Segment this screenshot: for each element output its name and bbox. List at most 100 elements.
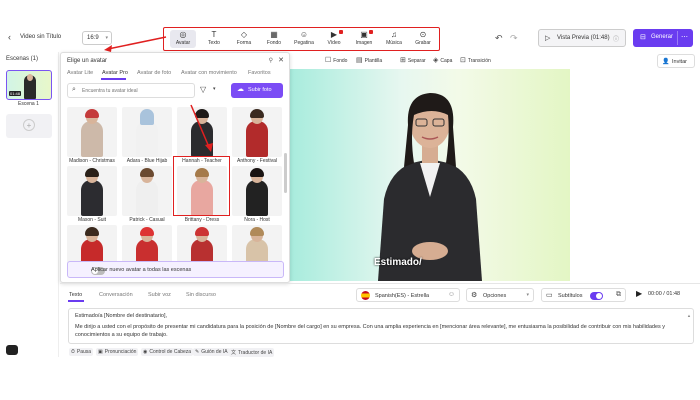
avatar-card[interactable]: Adara - Blue Hijab (122, 107, 172, 165)
undo-icon[interactable]: ↶ (495, 33, 503, 44)
layer-tool[interactable]: ◈ Capa (433, 56, 452, 64)
tool-record[interactable]: ⊙ Grabar (410, 30, 436, 48)
scene-duration: 01:48 (9, 91, 22, 96)
annotation-arrow (104, 36, 167, 52)
new-badge (339, 30, 343, 34)
music-icon: ♫ (391, 30, 397, 39)
video-canvas[interactable]: Estimado/ (290, 69, 570, 281)
script-line: Estimado/a [Nombre del destinatario], (75, 313, 168, 319)
separate-tool[interactable]: ⊞ Separar (400, 56, 426, 64)
more-icon[interactable]: ⋯ (681, 33, 688, 41)
text-icon: T (211, 30, 217, 39)
playback-time: 00:00 / 01:48 (648, 291, 681, 297)
tool-sticker[interactable]: ☺ Pegatina (291, 30, 317, 48)
chevron-down-icon[interactable]: ▾ (213, 86, 216, 92)
subtitle-caption: Estimado/ (374, 257, 422, 268)
avatar-figure (378, 93, 482, 281)
chip-label: Control de Cabeza (149, 349, 192, 355)
voice-select[interactable]: Spanish(ES) - Estrella ☺ (356, 288, 460, 302)
info-icon[interactable]: ⓘ (613, 34, 619, 43)
scene-thumbnail[interactable]: 01:48 (6, 70, 52, 100)
chevron-down-icon: ▾ (526, 292, 529, 298)
subtitles-toggle[interactable] (590, 292, 603, 300)
background-icon: ☐ (325, 57, 332, 64)
options-select[interactable]: ⚙ Opciones ▾ (466, 288, 534, 302)
avatar-name: Adara - Blue Hijab (126, 158, 168, 164)
ai-script-chip[interactable]: ✎ Guión de IA (193, 348, 230, 356)
tool-label: Pegatina (294, 40, 314, 46)
avatar-card[interactable]: Patrick - Casual (122, 166, 172, 224)
tool-music[interactable]: ♫ Música (381, 30, 407, 48)
background-tool[interactable]: ☐ Fondo (325, 56, 347, 64)
tool-background[interactable]: ▦ Fondo (261, 30, 287, 48)
emotion-icon[interactable]: ☺ (448, 291, 455, 298)
play-icon[interactable]: ▶ (636, 289, 642, 298)
ai-translator-chip[interactable]: 文 Traductor de IA (229, 348, 275, 357)
tool-shape[interactable]: ◇ Forma (231, 30, 257, 48)
scenes-title: Escenas (1) (6, 56, 39, 62)
pause-chip[interactable]: ⏱ Pausa (69, 348, 94, 356)
avatar-panel: Elige un avatar ⚲ ✕ Avatar Lite Avatar P… (60, 52, 290, 283)
active-tab-indicator (101, 78, 126, 80)
ai-script-icon: ✎ (195, 349, 200, 355)
tool-video[interactable]: ▶ Vídeo (321, 30, 347, 48)
add-scene-button[interactable]: + (6, 114, 52, 138)
invite-button[interactable]: Invitar (657, 54, 695, 68)
avatar-name: Nora - Host (244, 217, 270, 223)
pronunciation-chip[interactable]: ▣ Pronunciación (96, 348, 139, 356)
options-icon: ⚙ (471, 292, 478, 299)
subtitles-label: Subtítulos (558, 293, 583, 299)
pin-icon[interactable]: ⚲ (269, 57, 273, 64)
generate-icon: ⊟ (640, 34, 646, 41)
avatar-name: Anthony - Festival (236, 158, 278, 164)
tool-label: Transición (467, 58, 491, 64)
close-icon[interactable]: ✕ (278, 56, 284, 64)
avatar-card[interactable]: Nora - Host (232, 166, 282, 224)
tab-upload-voice[interactable]: Subir voz (148, 292, 171, 298)
tab-favorites[interactable]: Favoritos (248, 70, 271, 76)
divider (58, 52, 59, 357)
redo-icon[interactable]: ↷ (510, 33, 518, 44)
scene-label: Escena 1 (18, 101, 39, 107)
scroll-up-icon[interactable]: ▲ (687, 312, 691, 320)
filter-icon[interactable]: ▽ (200, 85, 206, 94)
preview-label: Vista Previa (01:48) (557, 35, 610, 41)
play-icon: ▷ (545, 35, 551, 42)
avatar-card[interactable]: Anthony - Festival (232, 107, 282, 165)
tool-label: Música (386, 40, 402, 46)
avatar-name: Brittany - Dress (184, 217, 220, 223)
tool-label: Capa (440, 58, 453, 64)
head-control-chip[interactable]: ◉ Control de Cabeza (141, 348, 194, 356)
tab-avatar-lite[interactable]: Avatar Lite (67, 70, 93, 76)
tool-avatar[interactable]: ◎ Avatar (170, 30, 196, 48)
panel-scrollbar[interactable] (284, 153, 287, 193)
copy-icon[interactable]: ⧉ (616, 291, 621, 299)
divider (60, 283, 700, 284)
tab-conversation[interactable]: Conversación (99, 292, 133, 298)
tool-text[interactable]: T Texto (201, 30, 227, 48)
project-title[interactable]: Video sin Título (20, 34, 61, 40)
tab-text[interactable]: Texto (69, 292, 82, 298)
active-tab-indicator (68, 300, 84, 302)
generate-label: Generar (651, 34, 674, 40)
upload-photo-button[interactable]: ☁ Subir foto (231, 83, 283, 98)
avatar-card[interactable]: Mason - Suit (67, 166, 117, 224)
tool-label: Avatar (175, 40, 191, 46)
tab-no-speech[interactable]: Sin discurso (186, 292, 216, 298)
tab-photo-avatar[interactable]: Avatar de foto (137, 70, 171, 76)
tab-motion-avatar[interactable]: Avatar con movimiento (181, 70, 237, 76)
transition-tool[interactable]: ⊡ Transición (460, 56, 491, 64)
tool-image[interactable]: ▣ Imagen (351, 30, 377, 48)
avatar-card[interactable]: Madison - Christmas (67, 107, 117, 165)
tab-avatar-pro[interactable]: Avatar Pro (102, 70, 128, 76)
generate-button[interactable]: ⊟ Generar ⋯ (633, 29, 693, 47)
template-tool[interactable]: ▤ Plantilla (356, 56, 382, 64)
preview-button[interactable]: ▷ Vista Previa (01:48) ⓘ (538, 29, 626, 47)
script-textarea[interactable]: ▲ Estimado/a [Nombre del destinatario], … (68, 308, 694, 344)
search-input[interactable] (82, 86, 192, 96)
avatar-name: Patrick - Casual (129, 217, 165, 223)
chat-icon[interactable] (6, 345, 18, 355)
image-icon: ▣ (360, 30, 368, 39)
back-icon[interactable]: ‹ (8, 32, 11, 42)
tool-label: Forma (236, 40, 252, 46)
